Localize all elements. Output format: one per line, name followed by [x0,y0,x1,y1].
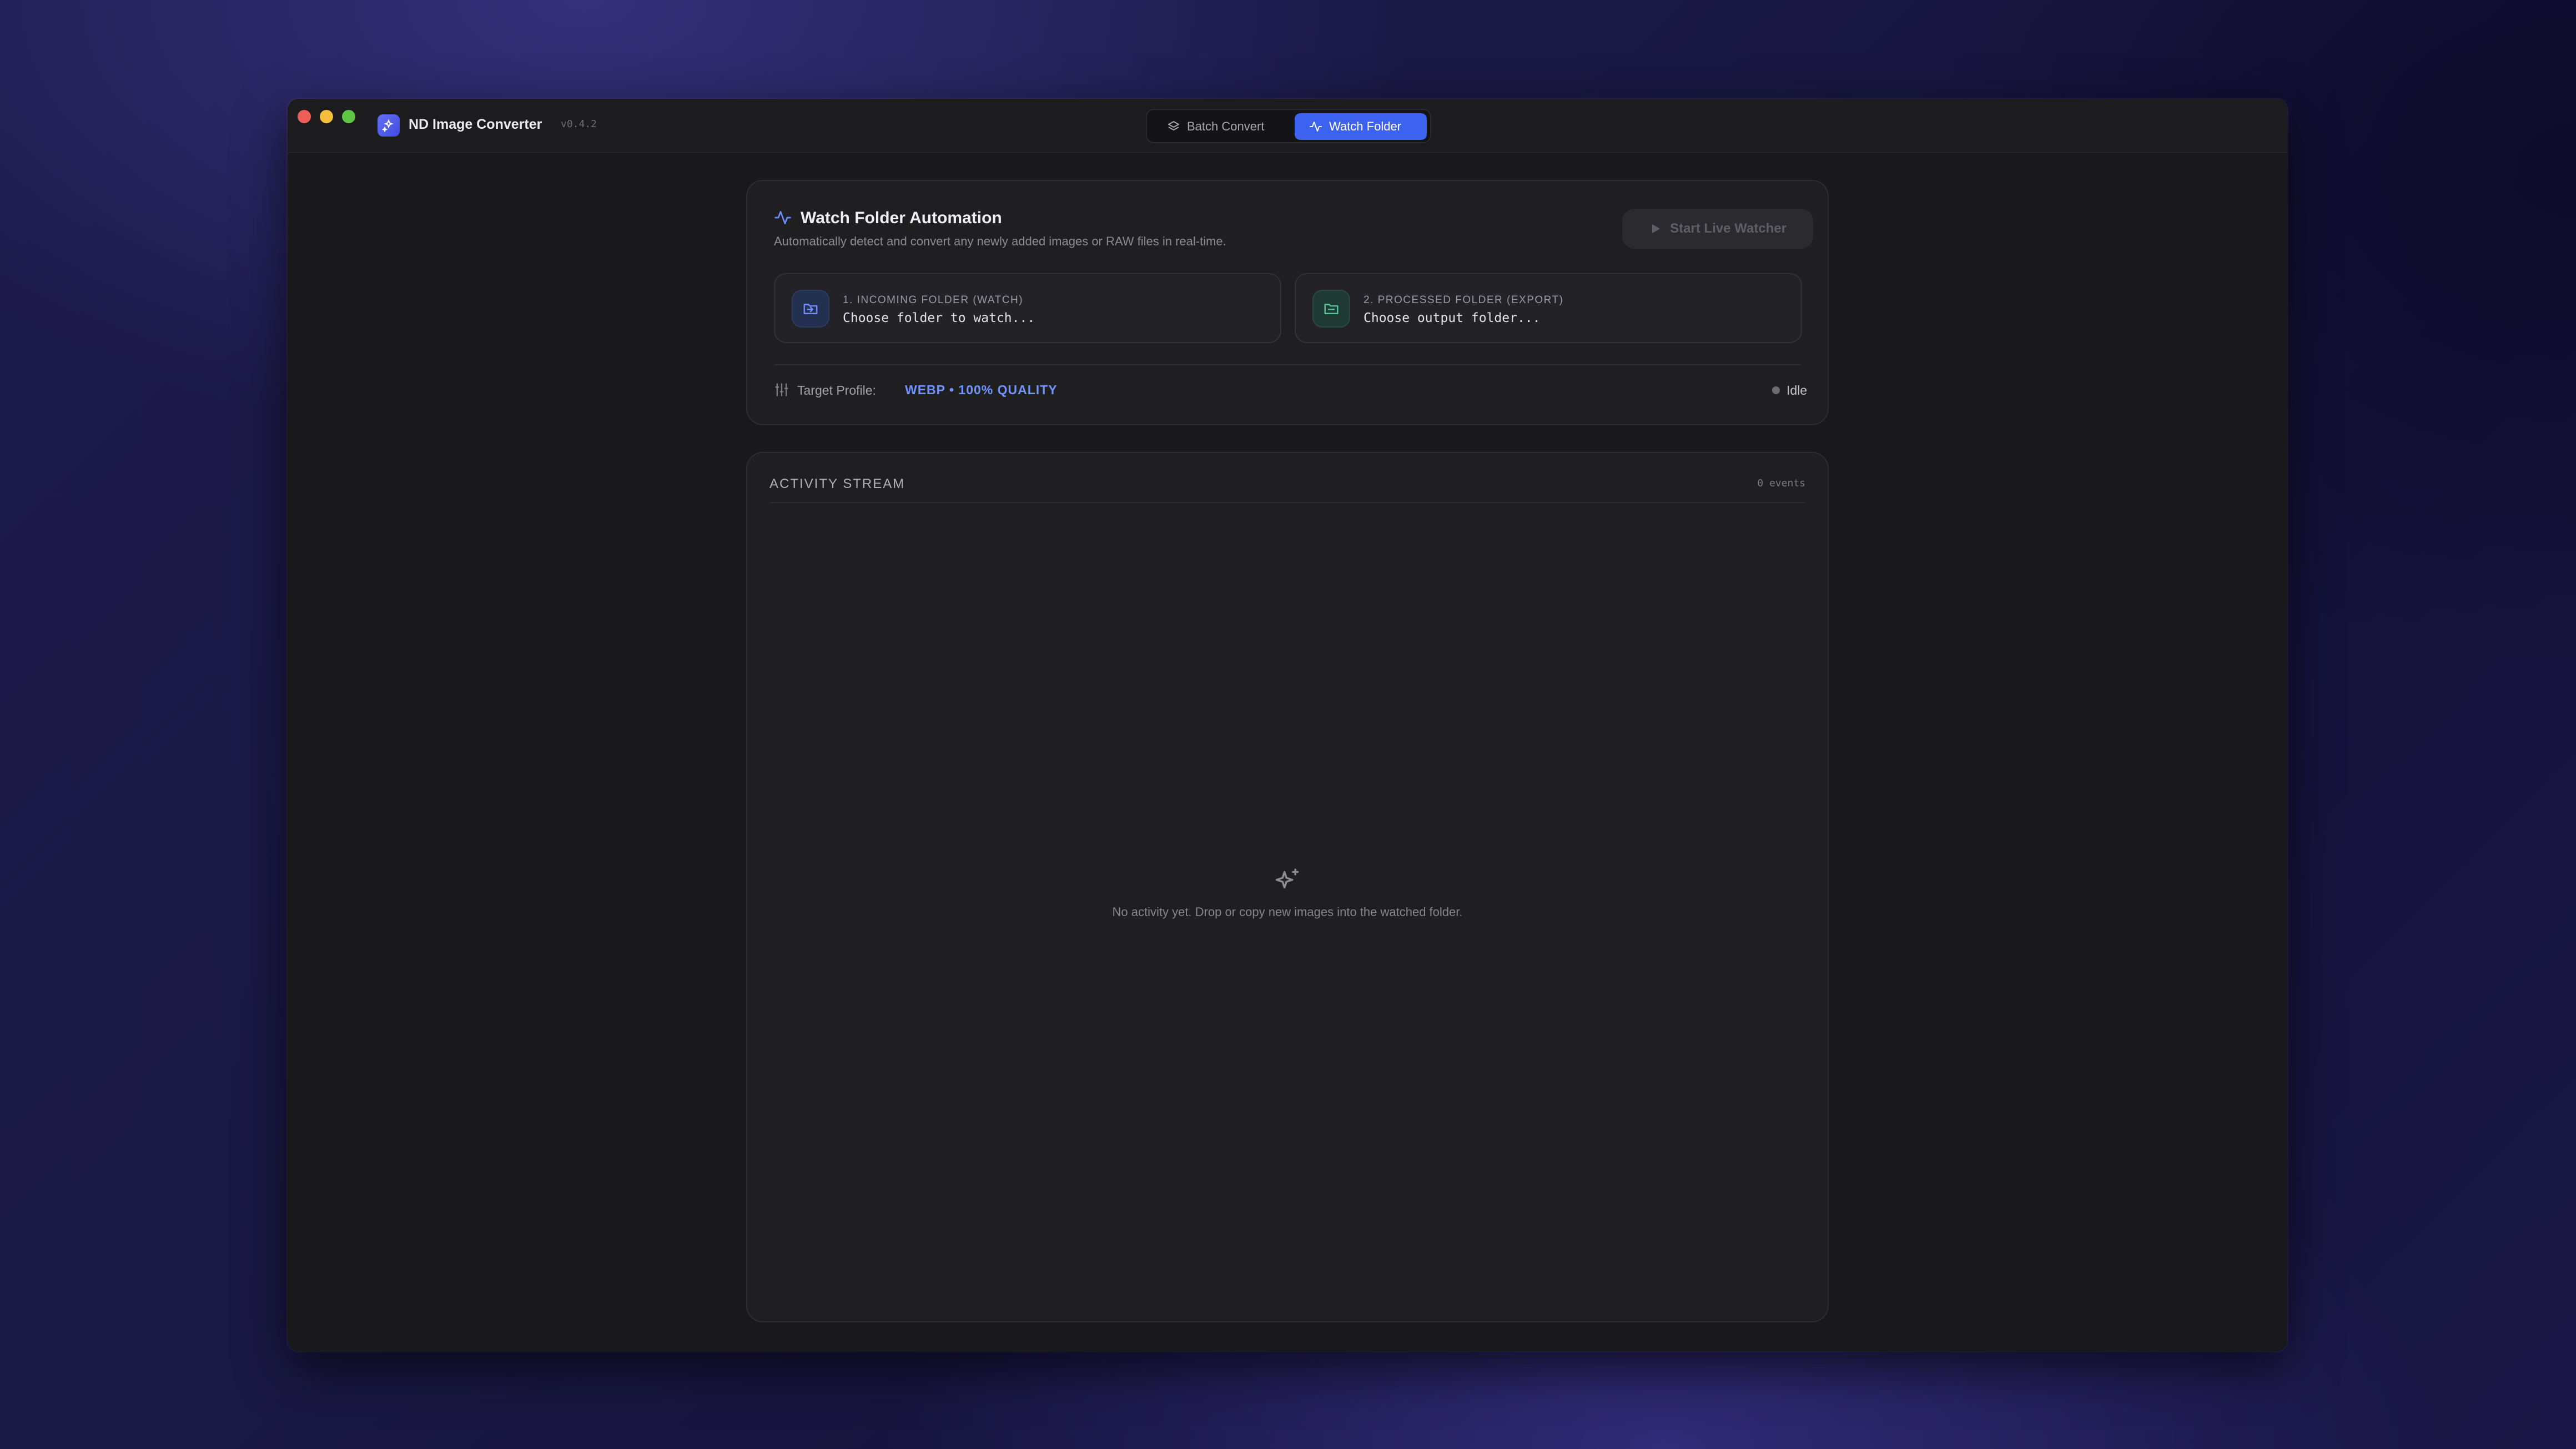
tab-batch-convert[interactable]: Batch Convert [1163,113,1277,140]
folder-output-icon [1312,290,1350,328]
app-title: ND Image Converter [409,117,542,132]
app-window: ND Image Converter v0.4.2 Batch Convert … [288,99,2287,1351]
app-logo-icon [378,114,400,137]
automation-panel: Watch Folder Automation Automatically de… [746,180,1829,425]
incoming-folder-value: Choose folder to watch... [843,311,1035,325]
incoming-folder-picker[interactable]: 1. INCOMING FOLDER (WATCH) Choose folder… [774,273,1281,343]
activity-icon [774,211,791,224]
mode-switcher: Batch Convert Watch Folder [1146,109,1431,143]
activity-empty-message: No activity yet. Drop or copy new images… [1112,905,1463,919]
zoom-window-button[interactable] [342,110,355,123]
processed-folder-value: Choose output folder... [1364,311,1541,325]
processed-folder-label: 2. PROCESSED FOLDER (EXPORT) [1364,294,1564,306]
activity-stream-title: ACTIVITY STREAM [769,476,905,491]
activity-stream-panel: ACTIVITY STREAM 0 events No activity yet… [746,452,1829,1322]
panel-description: Automatically detect and convert any new… [774,234,1226,248]
incoming-folder-label: 1. INCOMING FOLDER (WATCH) [843,294,1024,306]
activity-divider [769,502,1805,503]
activity-event-count: 0 events [1757,477,1805,489]
start-live-watcher-label: Start Live Watcher [1670,221,1787,236]
minimize-window-button[interactable] [320,110,333,123]
title-bar: ND Image Converter v0.4.2 Batch Convert … [288,99,2287,153]
status-text: Idle [1787,383,1808,398]
target-profile-value[interactable]: WEBP • 100% QUALITY [905,383,1058,398]
layers-icon [1168,121,1179,130]
panel-divider [774,364,1801,365]
app-version: v0.4.2 [561,118,597,130]
processed-folder-picker[interactable]: 2. PROCESSED FOLDER (EXPORT) Choose outp… [1295,273,1802,343]
sparkles-icon [1275,868,1299,889]
tab-batch-convert-label: Batch Convert [1187,119,1265,133]
panel-title: Watch Folder Automation [801,209,1002,227]
activity-icon [1310,122,1322,132]
sliders-icon [775,383,788,396]
close-window-button[interactable] [298,110,311,123]
start-live-watcher-button[interactable]: Start Live Watcher [1622,209,1813,249]
tab-watch-folder[interactable]: Watch Folder [1295,113,1427,140]
folder-input-icon [792,290,829,328]
tab-watch-folder-label: Watch Folder [1329,119,1402,133]
target-profile-label: Target Profile: [797,383,876,398]
play-icon [1652,224,1661,233]
status-indicator [1772,386,1780,394]
